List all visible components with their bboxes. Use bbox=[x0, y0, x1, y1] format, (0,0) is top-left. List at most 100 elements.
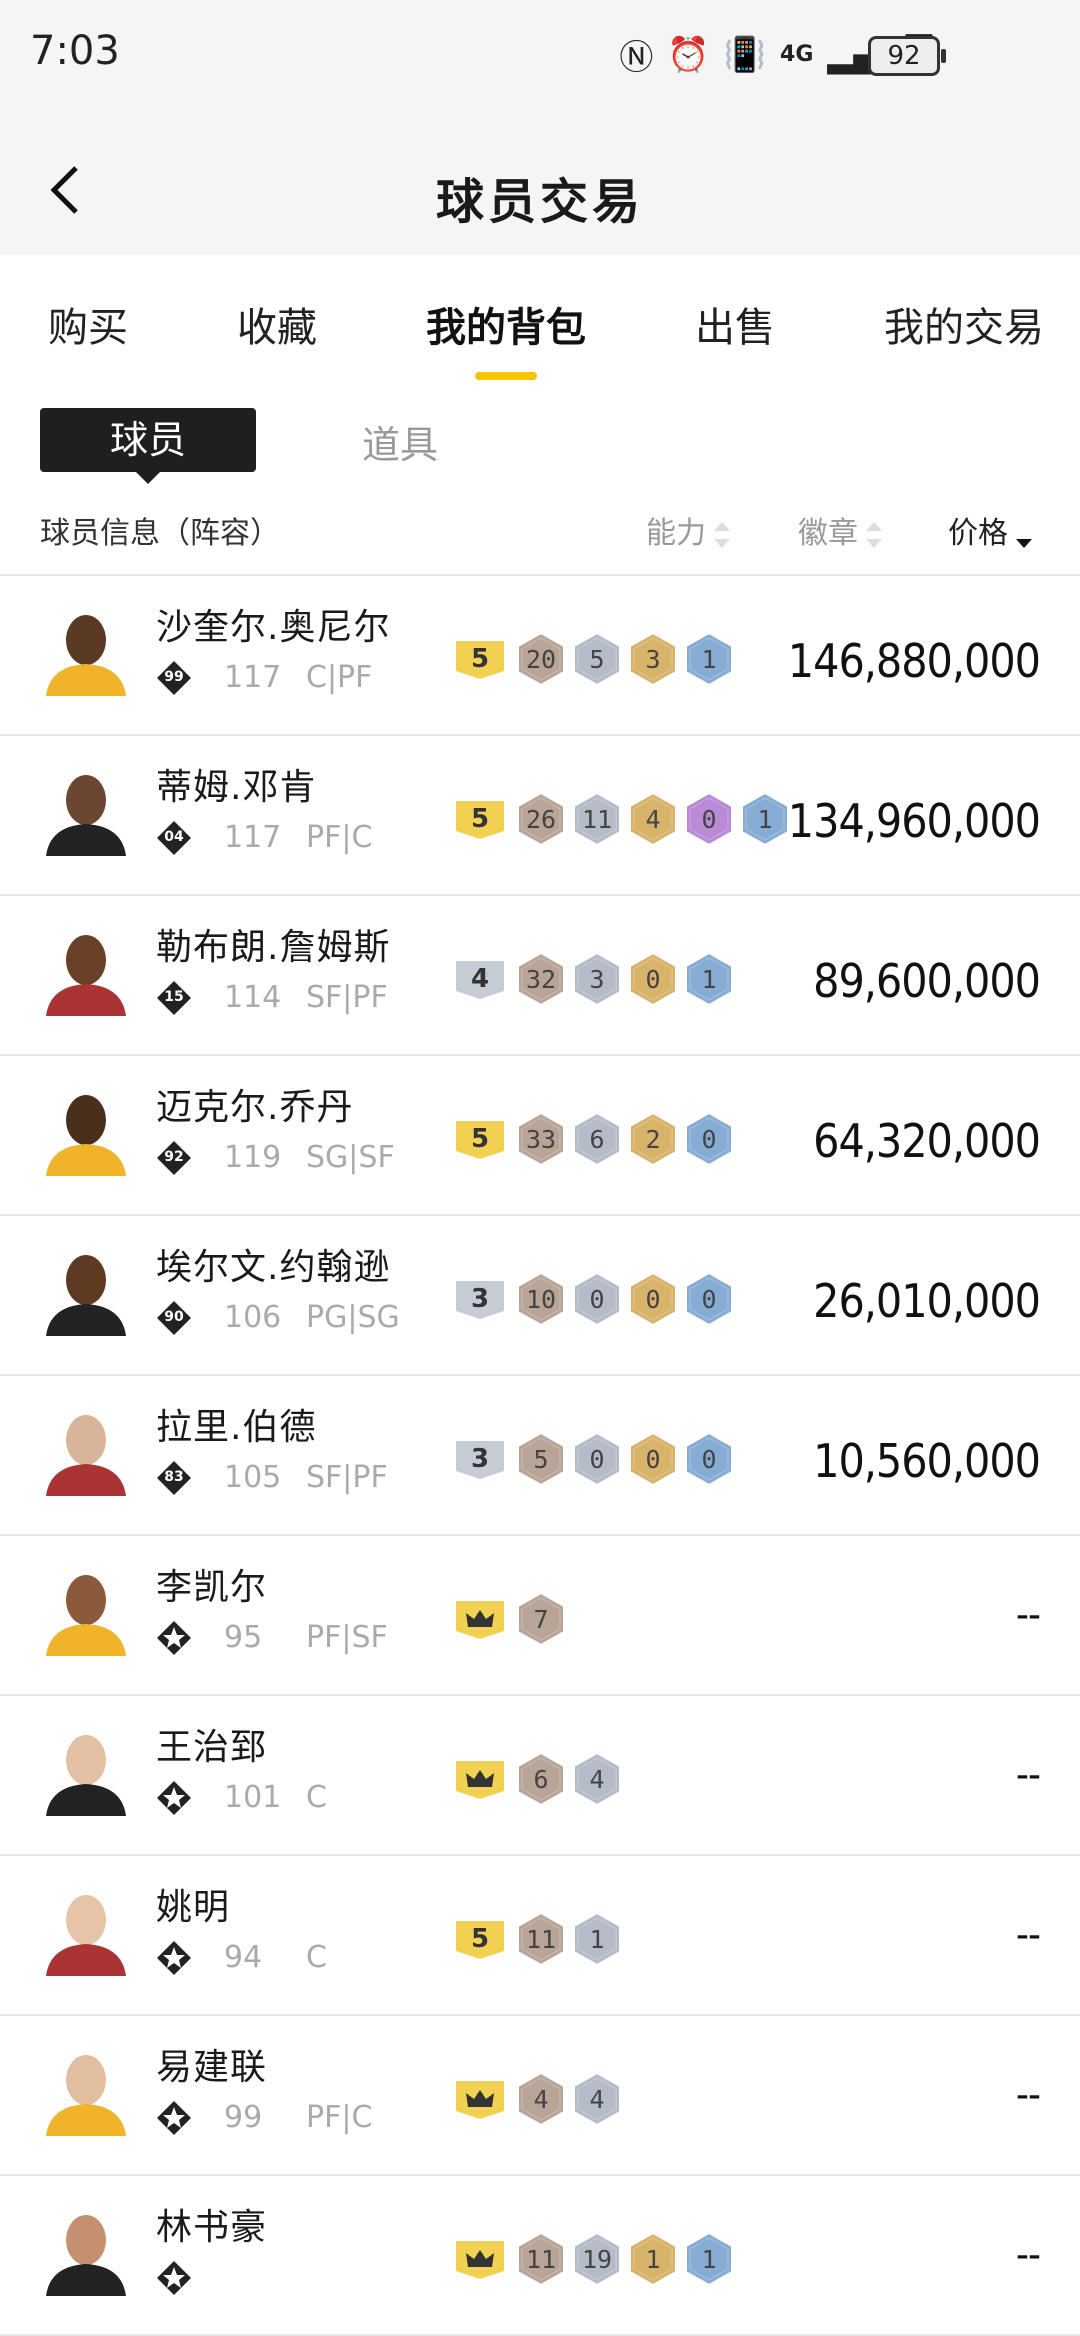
player-price: 64,320,000 bbox=[813, 1114, 1041, 1168]
column-player-info: 球员信息（阵容） bbox=[40, 516, 280, 551]
badge-count-hex: 0 bbox=[628, 1432, 678, 1486]
player-row[interactable]: 姚明 94 C 5 11 1 -- bbox=[0, 1856, 1080, 2016]
badge-count-hex: 1 bbox=[740, 792, 790, 846]
player-price: -- bbox=[1016, 2232, 1041, 2278]
player-name: 沙奎尔.奥尼尔 bbox=[156, 607, 391, 648]
tier-shield-icon: 5 bbox=[454, 1117, 506, 1161]
badge-count-hex: 5 bbox=[572, 632, 622, 686]
player-avatar bbox=[40, 1400, 132, 1496]
tab-my-backpack[interactable]: 我的背包 bbox=[426, 255, 586, 380]
player-overall: 105 bbox=[224, 1460, 282, 1495]
player-row[interactable]: 拉里.伯德 83 105 SF|PF 3 5 0 0 0 10,560,000 bbox=[0, 1376, 1080, 1536]
player-avatar bbox=[40, 1720, 132, 1816]
crown-tier-icon bbox=[454, 1757, 506, 1801]
player-row[interactable]: 蒂姆.邓肯 04 117 PF|C 5 26 11 4 0 1 134,960,000 bbox=[0, 736, 1080, 896]
player-overall: 117 bbox=[224, 820, 282, 855]
badge-count-hex: 7 bbox=[516, 1592, 566, 1646]
badge-count-hex: 32 bbox=[516, 952, 566, 1006]
player-avatar bbox=[40, 1240, 132, 1336]
player-overall: 117 bbox=[224, 660, 282, 695]
tier-shield-icon: 5 bbox=[454, 637, 506, 681]
player-avatar bbox=[40, 1880, 132, 1976]
tab-buy[interactable]: 购买 bbox=[48, 255, 128, 380]
tab-active-indicator bbox=[475, 372, 537, 380]
badge-count-hex: 3 bbox=[628, 632, 678, 686]
crown-tier-icon bbox=[454, 2077, 506, 2121]
player-name: 拉里.伯德 bbox=[156, 1407, 317, 1448]
tier-shield-icon: 5 bbox=[454, 797, 506, 841]
badge-count-hex: 0 bbox=[572, 1272, 622, 1326]
tab-favorites[interactable]: 收藏 bbox=[237, 255, 317, 380]
badge-count-hex: 0 bbox=[684, 1432, 734, 1486]
badge-count-hex: 5 bbox=[516, 1432, 566, 1486]
player-price: 10,560,000 bbox=[813, 1434, 1041, 1488]
tab-sell[interactable]: 出售 bbox=[695, 255, 775, 380]
player-row[interactable]: 王治郅 101 C 6 4 -- bbox=[0, 1696, 1080, 1856]
alarm-icon: ⏰ bbox=[667, 34, 710, 75]
player-name: 蒂姆.邓肯 bbox=[156, 767, 317, 808]
badge-group: 35000 bbox=[454, 1432, 734, 1486]
rating-diamond-icon: 04 bbox=[156, 820, 192, 856]
badge-group: 5 11 1 bbox=[454, 1912, 622, 1966]
star-rank-icon bbox=[156, 2100, 192, 2136]
player-name: 迈克尔.乔丹 bbox=[156, 1087, 354, 1128]
badge-count-hex: 20 bbox=[516, 632, 566, 686]
tab-my-trades[interactable]: 我的交易 bbox=[884, 255, 1044, 380]
player-avatar bbox=[40, 2200, 132, 2296]
player-avatar bbox=[40, 2040, 132, 2136]
badge-count-hex: 0 bbox=[684, 1272, 734, 1326]
player-position: PF|SF bbox=[306, 1620, 388, 1655]
badge-group: 44 bbox=[454, 2072, 622, 2126]
player-price: -- bbox=[1016, 1912, 1041, 1958]
player-avatar bbox=[40, 760, 132, 856]
badge-count-hex: 4 bbox=[628, 792, 678, 846]
player-row[interactable]: 勒布朗.詹姆斯 15 114 SF|PF 4 32 3 0 1 89,600,000 bbox=[0, 896, 1080, 1056]
subtab-items[interactable]: 道具 bbox=[362, 414, 438, 469]
badge-count-hex: 1 bbox=[572, 1912, 622, 1966]
player-row[interactable]: 迈克尔.乔丹 92 119 SG|SF 5 33 6 2 0 64,320,000 bbox=[0, 1056, 1080, 1216]
player-row[interactable]: 李凯尔 95 PF|SF 7 -- bbox=[0, 1536, 1080, 1696]
player-price: 146,880,000 bbox=[787, 634, 1041, 688]
page-title: 球员交易 bbox=[435, 174, 644, 230]
player-price: -- bbox=[1016, 1592, 1041, 1638]
player-overall: 119 bbox=[224, 1140, 282, 1175]
rating-diamond-icon: 90 bbox=[156, 1300, 192, 1336]
star-rank-icon bbox=[156, 1620, 192, 1656]
sort-icon bbox=[866, 521, 882, 548]
player-row[interactable]: 易建联 99 PF|C 4 4 -- bbox=[0, 2016, 1080, 2176]
badge-group: 5 26 11 4 0 1 bbox=[454, 792, 790, 846]
player-price: 26,010,000 bbox=[813, 1274, 1041, 1328]
tier-shield-icon: 3 bbox=[454, 1277, 506, 1321]
player-position: PF|C bbox=[306, 820, 373, 855]
player-row[interactable]: 埃尔文.约翰逊 90 106 PG|SG 3 10 0 0 0 26,010,000 bbox=[0, 1216, 1080, 1376]
nfc-icon: Ⓝ bbox=[619, 38, 654, 78]
player-position: C|PF bbox=[306, 660, 373, 695]
badge-group: 5 33 6 2 0 bbox=[454, 1112, 734, 1166]
badge-count-hex: 3 bbox=[572, 952, 622, 1006]
sort-icon bbox=[714, 521, 730, 548]
player-name: 王治郅 bbox=[156, 1727, 268, 1768]
badge-count-hex: 4 bbox=[572, 1752, 622, 1806]
player-name: 勒布朗.詹姆斯 bbox=[156, 927, 391, 968]
sort-badge-button[interactable]: 徽章 bbox=[798, 508, 882, 552]
player-position: SG|SF bbox=[306, 1140, 395, 1175]
badge-count-hex: 1 bbox=[684, 632, 734, 686]
battery-level: 92 bbox=[887, 41, 921, 71]
badge-group: 7 bbox=[454, 1592, 566, 1646]
player-row[interactable]: 林书豪 11 19 1 1 -- bbox=[0, 2176, 1080, 2336]
star-rank-icon bbox=[156, 1780, 192, 1816]
player-position: PG|SG bbox=[306, 1300, 400, 1335]
player-name: 姚明 bbox=[156, 1887, 231, 1928]
sort-price-button[interactable]: 价格 bbox=[948, 508, 1032, 552]
subtab-players[interactable]: 球员 bbox=[40, 408, 256, 484]
player-name: 易建联 bbox=[156, 2047, 268, 2088]
tier-shield-icon: 3 bbox=[454, 1437, 506, 1481]
tier-shield-icon: 4 bbox=[454, 957, 506, 1001]
player-list: 沙奎尔.奥尼尔 99 117 C|PF 5 20 5 3 1 146,880,000 蒂姆.邓肯 04… bbox=[0, 576, 1080, 2336]
sort-ability-button[interactable]: 能力 bbox=[646, 508, 730, 552]
player-position: SF|PF bbox=[306, 980, 388, 1015]
player-row[interactable]: 沙奎尔.奥尼尔 99 117 C|PF 5 20 5 3 1 146,880,000 bbox=[0, 576, 1080, 736]
badge-count-hex: 4 bbox=[516, 2072, 566, 2126]
badge-count-hex: 10 bbox=[516, 1272, 566, 1326]
badge-count-hex: 0 bbox=[684, 1112, 734, 1166]
